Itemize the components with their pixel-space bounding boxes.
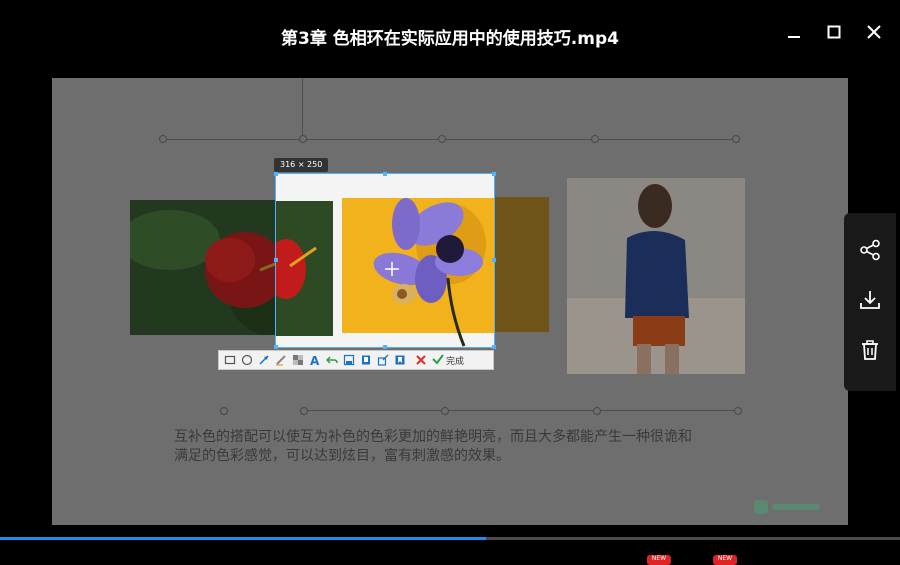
progress-played: [0, 537, 486, 540]
slide-caption: 互补色的搭配可以使互为补色的色彩更加的鲜艳明亮，而且大多都能产生一种很诡和 满足…: [174, 428, 754, 466]
rectangle-icon: [224, 351, 236, 370]
caption-line-1: 互补色的搭配可以使互为补色的色彩更加的鲜艳明亮，而且大多都能产生一种很诡和: [174, 429, 692, 445]
slide-node: [438, 135, 446, 143]
selection-size-label: 316 × 250: [274, 158, 329, 172]
minimize-button[interactable]: [781, 20, 807, 46]
slide-node: [591, 135, 599, 143]
copy-icon: [360, 351, 372, 370]
close-button[interactable]: [861, 20, 887, 46]
title-bar: 第3章 色相环在实际应用中的使用技巧.mp4: [0, 0, 900, 70]
cancel-icon: [415, 351, 427, 370]
text-icon: A: [309, 351, 321, 370]
arrow-icon: [258, 351, 270, 370]
download-button[interactable]: [857, 289, 883, 315]
new-badge: NEW: [647, 555, 671, 565]
move-cursor-icon: [385, 262, 399, 276]
share-icon: [859, 239, 881, 265]
undo-icon: [325, 351, 338, 370]
done-label: 完成: [446, 356, 465, 367]
copy-button[interactable]: [358, 353, 373, 368]
pin-icon: [394, 351, 406, 370]
delete-button[interactable]: [857, 339, 883, 365]
arrow-tool-button[interactable]: [256, 353, 271, 368]
video-frame[interactable]: 互补色的搭配可以使互为补色的色彩更加的鲜艳明亮，而且大多都能产生一种很诡和 满足…: [52, 78, 848, 525]
delete-icon: [859, 339, 881, 365]
mosaic-icon: [292, 351, 304, 370]
svg-text:A: A: [310, 354, 320, 366]
save-button[interactable]: [341, 353, 356, 368]
caption-line-2: 满足的色彩感觉，可以达到炫目，富有刺激感的效果。: [174, 448, 510, 464]
mosaic-tool-button[interactable]: [290, 353, 305, 368]
slide-line: [162, 139, 737, 140]
minimize-icon: [787, 24, 801, 43]
slide-node: [441, 407, 449, 415]
slide-node: [732, 135, 740, 143]
action-sidebar: [844, 213, 896, 391]
done-button[interactable]: 完成: [432, 353, 464, 368]
ellipse-icon: [241, 351, 253, 370]
window-title: 第3章 色相环在实际应用中的使用技巧.mp4: [281, 29, 619, 49]
slide-node: [299, 135, 307, 143]
slide-node: [300, 407, 308, 415]
slide-node: [734, 407, 742, 415]
resize-handle[interactable]: [492, 345, 496, 349]
screenshot-selection[interactable]: [275, 173, 495, 348]
resize-handle[interactable]: [492, 172, 496, 176]
undo-button[interactable]: [324, 353, 339, 368]
slide-line: [303, 410, 739, 411]
new-badge: NEW: [713, 555, 737, 565]
woman-photo: [567, 178, 745, 374]
resize-handle[interactable]: [274, 258, 278, 262]
slide-node: [593, 407, 601, 415]
resize-handle[interactable]: [274, 345, 278, 349]
resize-handle[interactable]: [383, 345, 387, 349]
ellipse-tool-button[interactable]: [239, 353, 254, 368]
save-icon: [343, 351, 355, 370]
share-tool-button[interactable]: [375, 353, 390, 368]
screenshot-toolbar: A 完成: [218, 350, 494, 370]
maximize-icon: [827, 24, 841, 43]
resize-handle[interactable]: [492, 258, 496, 262]
slide-line: [302, 78, 303, 139]
cancel-button[interactable]: [413, 353, 428, 368]
resize-handle[interactable]: [274, 172, 278, 176]
pen-icon: [275, 351, 287, 370]
rectangle-tool-button[interactable]: [222, 353, 237, 368]
check-icon: [432, 353, 444, 368]
share-button[interactable]: [857, 239, 883, 265]
watermark-logo: [754, 498, 822, 516]
slide-node: [220, 407, 228, 415]
pen-tool-button[interactable]: [273, 353, 288, 368]
maximize-button[interactable]: [821, 20, 847, 46]
slide-node: [159, 135, 167, 143]
share-icon: [377, 351, 389, 370]
resize-handle[interactable]: [383, 172, 387, 176]
close-icon: [867, 24, 881, 43]
text-tool-button[interactable]: A: [307, 353, 322, 368]
progress-bar[interactable]: [0, 537, 900, 540]
pin-button[interactable]: [392, 353, 407, 368]
download-icon: [859, 289, 881, 315]
